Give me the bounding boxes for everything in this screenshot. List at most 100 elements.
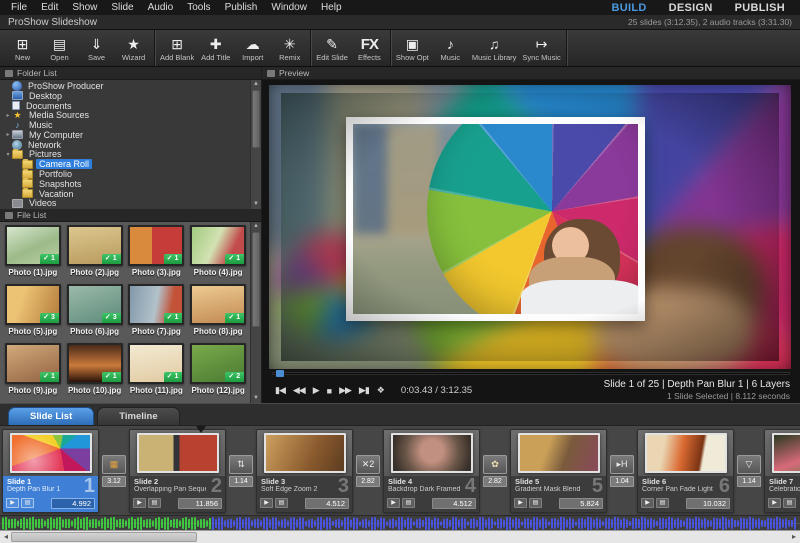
folder-item-pictures[interactable]: ▾ Pictures bbox=[0, 148, 261, 159]
folder-item-desktop[interactable]: Desktop bbox=[0, 91, 261, 101]
transition-6[interactable]: ▽ 1.14 bbox=[734, 454, 764, 487]
play-slide-icon[interactable]: ▶ bbox=[641, 498, 654, 508]
slide-card-6[interactable]: Slide 6 Corner Pan Fade Light 6 ▶ ▤ 10.032 bbox=[637, 428, 734, 513]
play-slide-icon[interactable]: ▶ bbox=[387, 498, 400, 508]
tab-slide-list[interactable]: Slide List bbox=[8, 407, 95, 425]
seek-bar[interactable] bbox=[262, 369, 800, 378]
effects-button[interactable]: FX Effects bbox=[351, 30, 388, 66]
edit-slide-button[interactable]: ✎ Edit Slide bbox=[313, 30, 351, 66]
layers-icon[interactable]: ▤ bbox=[275, 498, 288, 508]
rewind-button[interactable]: ◀◀ bbox=[290, 385, 308, 396]
transition-4[interactable]: ✿ 2.82 bbox=[480, 454, 510, 487]
file-item[interactable]: ✓ 1 Photo (2).jpg bbox=[65, 225, 125, 284]
transition-2[interactable]: ⇅ 1.14 bbox=[226, 454, 256, 487]
file-item[interactable]: ✓ 1 Photo (7).jpg bbox=[127, 284, 187, 343]
file-item[interactable]: ✓ 1 Photo (1).jpg bbox=[3, 225, 63, 284]
slide-duration[interactable]: 4.512 bbox=[305, 497, 349, 509]
music-library-button[interactable]: ♫ Music Library bbox=[469, 30, 520, 66]
transition-3[interactable]: ✕2 2.82 bbox=[353, 454, 383, 487]
transition-duration[interactable]: 2.82 bbox=[483, 475, 507, 487]
layers-icon[interactable]: ▤ bbox=[402, 498, 415, 508]
music-button[interactable]: ♪ Music bbox=[432, 30, 469, 66]
seek-thumb[interactable] bbox=[276, 370, 284, 377]
play-button[interactable]: ▶ bbox=[310, 385, 322, 396]
menu-slide[interactable]: Slide bbox=[104, 2, 140, 13]
scrollbar-thumb[interactable] bbox=[11, 532, 197, 542]
layers-icon[interactable]: ▤ bbox=[21, 498, 34, 508]
layers-icon[interactable]: ▤ bbox=[656, 498, 669, 508]
menu-file[interactable]: File bbox=[4, 2, 34, 13]
play-slide-icon[interactable]: ▶ bbox=[514, 498, 527, 508]
transition-duration[interactable]: 1.14 bbox=[229, 475, 253, 487]
sync-music-button[interactable]: ↦ Sync Music bbox=[519, 30, 563, 66]
transition-shape-icon[interactable]: ▽ bbox=[737, 454, 761, 474]
menu-audio[interactable]: Audio bbox=[141, 2, 181, 13]
menu-publish[interactable]: Publish bbox=[218, 2, 265, 13]
remix-button[interactable]: ✳ Remix bbox=[271, 30, 308, 66]
play-slide-icon[interactable]: ▶ bbox=[260, 498, 273, 508]
scroll-right-icon[interactable]: ▸ bbox=[788, 531, 800, 543]
expander-icon[interactable]: ▸ bbox=[4, 131, 12, 138]
folder-item-videos[interactable]: Videos bbox=[0, 198, 261, 208]
folder-tree-scrollbar[interactable]: ▲ ▼ bbox=[250, 80, 261, 209]
wizard-button[interactable]: ★ Wizard bbox=[115, 30, 152, 66]
slide-card-5[interactable]: Slide 5 Gradient Mask Blend 5 ▶ ▤ 5.824 bbox=[510, 428, 607, 513]
transition-cross-icon[interactable]: ✕2 bbox=[356, 454, 380, 474]
show-options-button[interactable]: ▣ Show Opt bbox=[393, 30, 432, 66]
play-slide-icon[interactable]: ▶ bbox=[6, 498, 19, 508]
file-item[interactable]: ✓ 3 Photo (5).jpg bbox=[3, 284, 63, 343]
mode-build[interactable]: BUILD bbox=[601, 2, 658, 14]
slide-card-4[interactable]: Slide 4Backdrop Dark Framed Zoo...4 ▶▤4.… bbox=[383, 428, 480, 513]
save-button[interactable]: ⇓ Save bbox=[78, 30, 115, 66]
transition-blend-icon[interactable]: ▸H bbox=[610, 454, 634, 474]
preview-viewport[interactable] bbox=[269, 85, 791, 369]
scrollbar-thumb[interactable] bbox=[252, 90, 260, 148]
folder-item-music[interactable]: ♪ Music bbox=[0, 120, 261, 130]
menu-edit[interactable]: Edit bbox=[34, 2, 65, 13]
scroll-up-icon[interactable]: ▲ bbox=[251, 222, 261, 231]
open-button[interactable]: ▤ Open bbox=[41, 30, 78, 66]
file-item[interactable]: ✓ 3 Photo (6).jpg bbox=[65, 284, 125, 343]
transition-1[interactable]: ▦ 3.12 bbox=[99, 454, 129, 487]
slide-card-1[interactable]: Slide 1 Depth Pan Blur 11 ▶ ▤ 4.992 bbox=[2, 428, 99, 513]
mode-publish[interactable]: PUBLISH bbox=[724, 2, 796, 14]
file-item[interactable]: ✓ 1 Photo (8).jpg bbox=[188, 284, 248, 343]
menu-tools[interactable]: Tools bbox=[180, 2, 217, 13]
expander-icon[interactable]: ▾ bbox=[4, 151, 12, 158]
file-item[interactable]: ✓ 1 Photo (11).jpg bbox=[127, 343, 187, 402]
slide-card-3[interactable]: Slide 3 Soft Edge Zoom 23 ▶ ▤ 4.512 bbox=[256, 428, 353, 513]
menu-show[interactable]: Show bbox=[65, 2, 104, 13]
file-item[interactable]: ✓ 2 Photo (12).jpg bbox=[188, 343, 248, 402]
scroll-down-icon[interactable]: ▼ bbox=[251, 200, 261, 209]
menu-help[interactable]: Help bbox=[314, 2, 349, 13]
play-slide-icon[interactable]: ▶ bbox=[133, 498, 146, 508]
transition-effect-icon[interactable]: ▦ bbox=[102, 454, 126, 474]
slide-duration[interactable]: 4.512 bbox=[432, 497, 476, 509]
folder-item-vacation[interactable]: Vacation bbox=[0, 188, 261, 199]
slide-duration[interactable]: 5.824 bbox=[559, 497, 603, 509]
menu-window[interactable]: Window bbox=[264, 2, 314, 13]
tab-timeline[interactable]: Timeline bbox=[97, 407, 180, 425]
next-slide-button[interactable]: ▶▮ bbox=[356, 385, 372, 396]
transition-push-icon[interactable]: ⇅ bbox=[229, 454, 253, 474]
add-title-button[interactable]: ✚ Add Title bbox=[197, 30, 234, 66]
folder-item-snapshots[interactable]: Snapshots bbox=[0, 178, 261, 189]
file-item[interactable]: ✓ 1 Photo (10).jpg bbox=[65, 343, 125, 402]
transition-duration[interactable]: 2.82 bbox=[356, 475, 380, 487]
scroll-down-icon[interactable]: ▼ bbox=[251, 394, 261, 403]
layers-icon[interactable]: ▤ bbox=[529, 498, 542, 508]
file-list-scrollbar[interactable]: ▲ ▼ bbox=[250, 222, 261, 403]
play-slide-icon[interactable]: ▶ bbox=[768, 498, 781, 508]
folder-item-my-computer[interactable]: ▸ My Computer bbox=[0, 130, 261, 140]
file-item[interactable]: ✓ 1 Photo (4).jpg bbox=[188, 225, 248, 284]
previous-slide-button[interactable]: ▮◀ bbox=[272, 385, 288, 396]
import-button[interactable]: ☁ Import bbox=[234, 30, 271, 66]
scroll-up-icon[interactable]: ▲ bbox=[251, 80, 261, 89]
seek-track[interactable] bbox=[272, 370, 790, 377]
soundtrack-waveform[interactable] bbox=[0, 515, 800, 531]
folder-item-portfolio[interactable]: Portfolio bbox=[0, 168, 261, 179]
new-button[interactable]: ⊞ New bbox=[4, 30, 41, 66]
fast-forward-button[interactable]: ▶▶ bbox=[336, 385, 354, 396]
slide-duration[interactable]: 11.856 bbox=[178, 497, 222, 509]
mode-design[interactable]: DESIGN bbox=[658, 2, 724, 14]
